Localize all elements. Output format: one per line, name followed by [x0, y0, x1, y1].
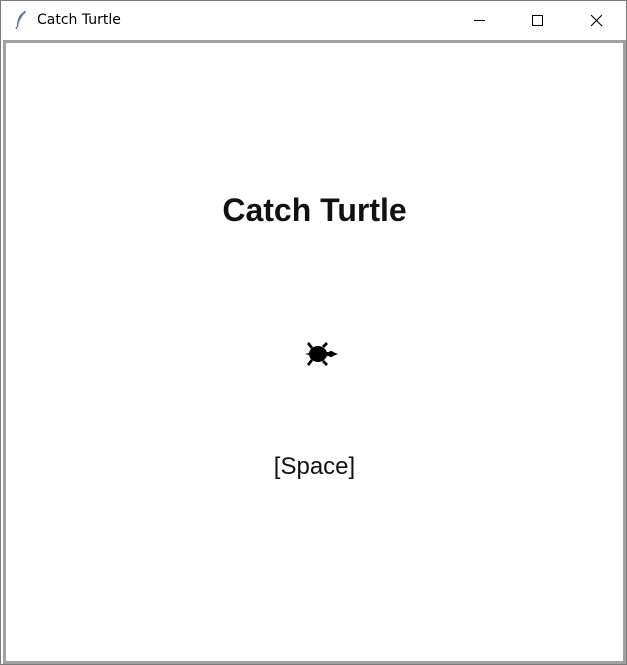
maximize-icon [532, 15, 543, 26]
window-title: Catch Turtle [37, 12, 121, 28]
maximize-button[interactable] [509, 1, 567, 39]
minimize-icon [474, 20, 485, 21]
title-bar[interactable]: Catch Turtle [1, 1, 626, 39]
game-canvas[interactable]: Catch Turtle [Space] [6, 43, 623, 661]
turtle-icon [303, 340, 339, 368]
game-canvas-frame: Catch Turtle [Space] [3, 40, 626, 664]
minimize-button[interactable] [451, 1, 509, 39]
game-title: Catch Turtle [222, 192, 407, 228]
start-prompt: [Space] [273, 453, 356, 480]
feather-icon [13, 10, 29, 30]
close-button[interactable] [568, 1, 626, 39]
app-window: Catch Turtle Catch Turtle [Space] [0, 0, 627, 665]
close-icon [590, 14, 603, 27]
